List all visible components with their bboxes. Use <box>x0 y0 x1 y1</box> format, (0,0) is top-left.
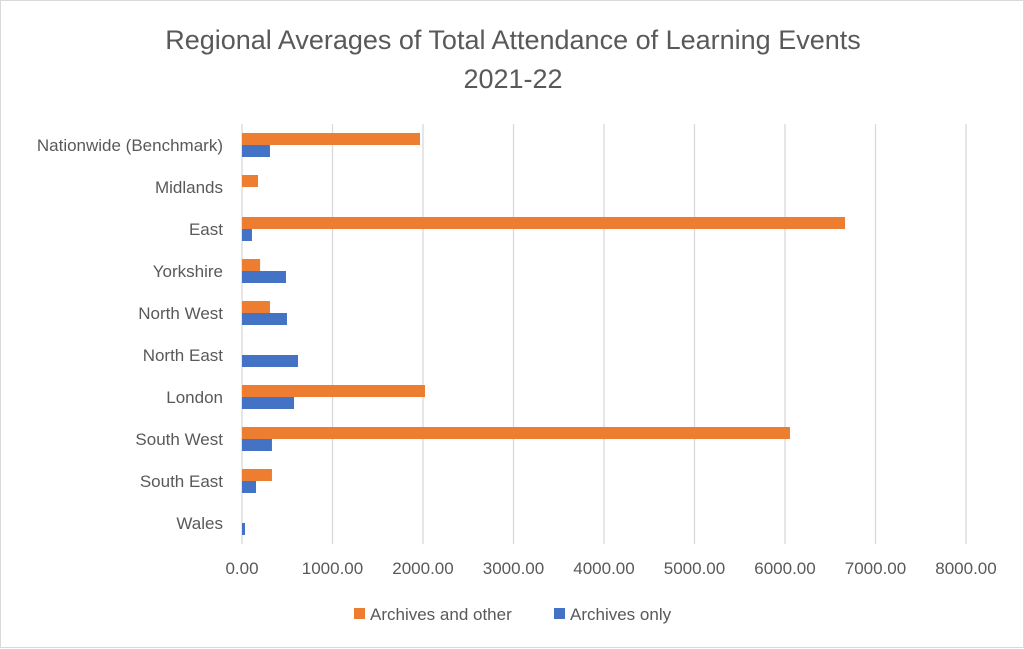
legend-swatch-archives-and-other <box>354 608 365 619</box>
category-label: South West <box>135 430 223 449</box>
bar-archives-and-other-yorkshire <box>242 259 261 271</box>
category-label: Midlands <box>155 178 223 197</box>
category-label: Nationwide (Benchmark) <box>37 136 223 155</box>
bar-archives-and-other-nationwide-benchmark <box>242 133 421 145</box>
category-label: North West <box>138 304 223 323</box>
category-label: London <box>166 388 223 407</box>
category-label: North East <box>143 346 224 365</box>
bar-chart: Regional Averages of Total Attendance of… <box>37 25 997 624</box>
bar-archives-only-nationwide-benchmark <box>242 145 270 157</box>
bar-archives-only-east <box>242 229 252 241</box>
legend-swatch-archives-only <box>554 608 565 619</box>
chart-subtitle: 2021-22 <box>463 64 562 94</box>
legend-label-archives-and-other: Archives and other <box>370 605 512 624</box>
bar-archives-and-other-london <box>242 385 425 397</box>
bar-archives-and-other-south-east <box>242 469 272 481</box>
bar-archives-only-south-east <box>242 481 257 493</box>
category-labels: Nationwide (Benchmark) Midlands East Yorksh… <box>37 136 223 533</box>
gridlines <box>241 124 967 544</box>
category-label: Yorkshire <box>153 262 223 281</box>
x-tick-label: 1000.00 <box>302 559 363 578</box>
x-tick-label: 4000.00 <box>573 559 634 578</box>
bar-archives-only-south-west <box>242 439 272 451</box>
bar-archives-only-north-west <box>242 313 287 325</box>
chart-frame: Regional Averages of Total Attendance of… <box>0 0 1024 648</box>
bar-archives-only-london <box>242 397 295 409</box>
x-tick-label: 5000.00 <box>664 559 725 578</box>
legend-item-archives-only[interactable]: Archives only <box>554 605 672 624</box>
legend-label-archives-only: Archives only <box>570 605 672 624</box>
chart-title: Regional Averages of Total Attendance of… <box>165 25 861 55</box>
bar-archives-only-wales <box>242 523 245 535</box>
x-tick-label: 3000.00 <box>483 559 544 578</box>
x-tick-label: 6000.00 <box>754 559 815 578</box>
x-axis-tick-labels: 0.00 1000.00 2000.00 3000.00 4000.00 5000.00 6… <box>225 559 996 578</box>
category-label: South East <box>140 472 223 491</box>
x-tick-label: 8000.00 <box>935 559 996 578</box>
bar-archives-and-other-south-west <box>242 427 790 439</box>
x-tick-label: 7000.00 <box>845 559 906 578</box>
x-tick-label: 0.00 <box>225 559 258 578</box>
bar-archives-only-north-east <box>242 355 299 367</box>
bar-archives-and-other-north-west <box>242 301 270 313</box>
category-label: East <box>189 220 223 239</box>
legend-item-archives-and-other[interactable]: Archives and other <box>354 605 512 624</box>
x-tick-label: 2000.00 <box>392 559 453 578</box>
category-label: Wales <box>176 514 223 533</box>
bar-archives-only-yorkshire <box>242 271 286 283</box>
bar-archives-and-other-midlands <box>242 175 259 187</box>
bar-archives-and-other-east <box>242 217 846 229</box>
legend: Archives and other Archives only <box>354 605 672 624</box>
